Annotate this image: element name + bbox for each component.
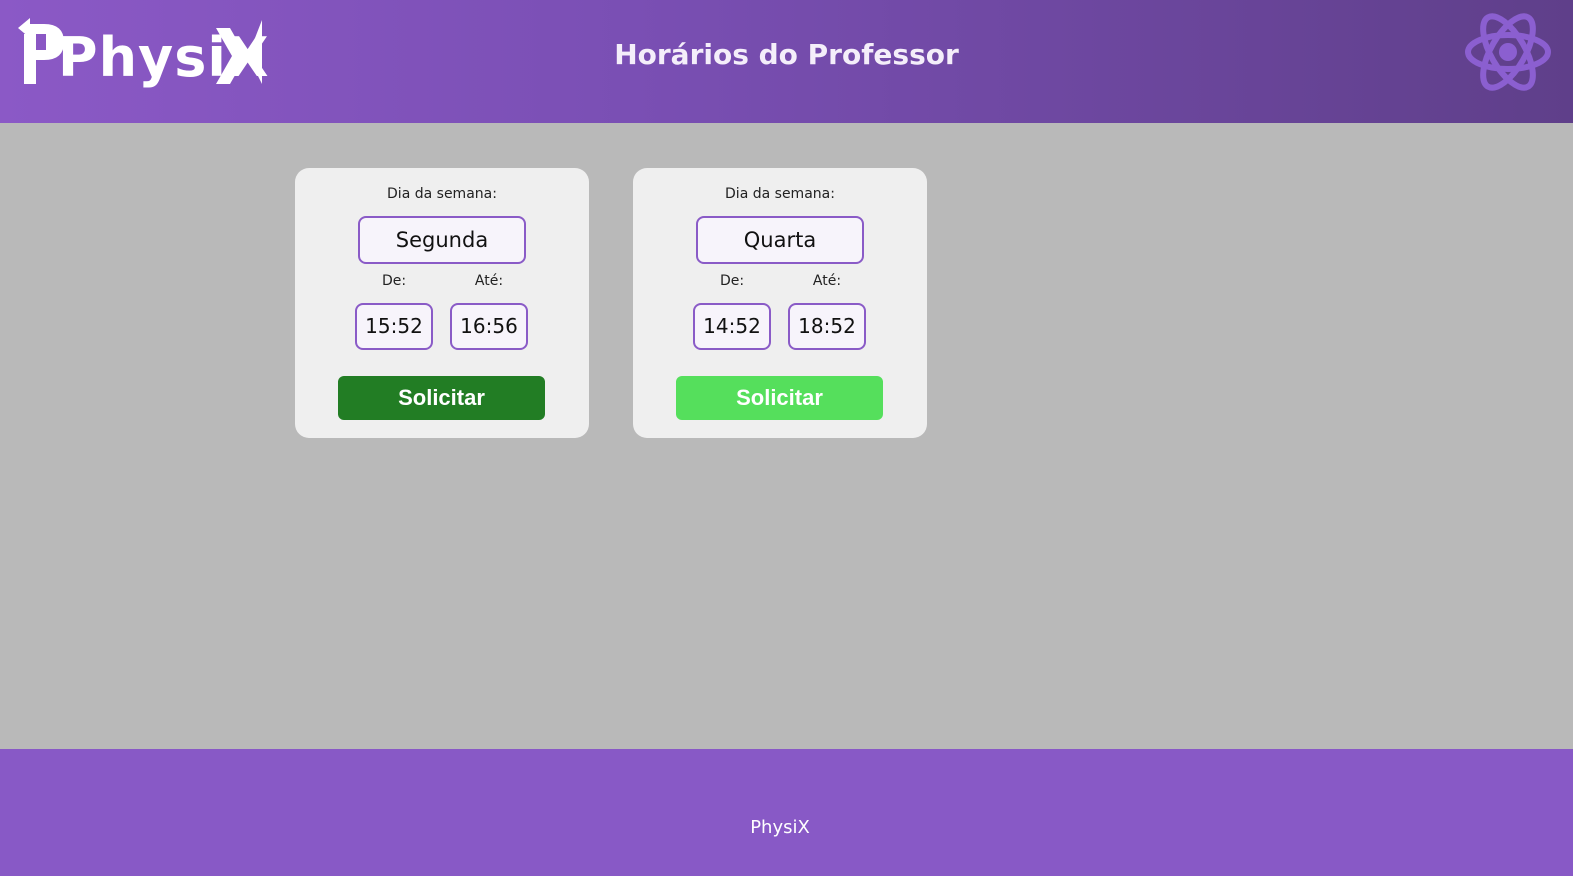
- weekday-field[interactable]: Segunda: [358, 216, 526, 264]
- to-label: Até:: [812, 273, 842, 289]
- atom-icon: [1463, 6, 1553, 98]
- schedule-list: Dia da semana: Segunda De: Até: 15:52 16…: [0, 123, 1573, 749]
- day-label: Dia da semana:: [725, 186, 835, 202]
- from-label: De:: [381, 273, 407, 289]
- from-label: De:: [719, 273, 745, 289]
- page-title: Horários do Professor: [614, 38, 959, 71]
- header: PhysiX Horários do Professor: [0, 0, 1573, 123]
- to-label: Até:: [474, 273, 504, 289]
- footer-text: PhysiX: [750, 817, 810, 838]
- schedule-card: Dia da semana: Quarta De: Até: 14:52 18:…: [633, 168, 927, 438]
- request-button[interactable]: Solicitar: [338, 376, 545, 420]
- footer: PhysiX: [0, 749, 1573, 876]
- request-button[interactable]: Solicitar: [676, 376, 883, 420]
- day-label: Dia da semana:: [387, 186, 497, 202]
- end-time-field[interactable]: 18:52: [788, 303, 866, 350]
- end-time-field[interactable]: 16:56: [450, 303, 528, 350]
- weekday-field[interactable]: Quarta: [696, 216, 864, 264]
- schedule-card: Dia da semana: Segunda De: Até: 15:52 16…: [295, 168, 589, 438]
- start-time-field[interactable]: 14:52: [693, 303, 771, 350]
- start-time-field[interactable]: 15:52: [355, 303, 433, 350]
